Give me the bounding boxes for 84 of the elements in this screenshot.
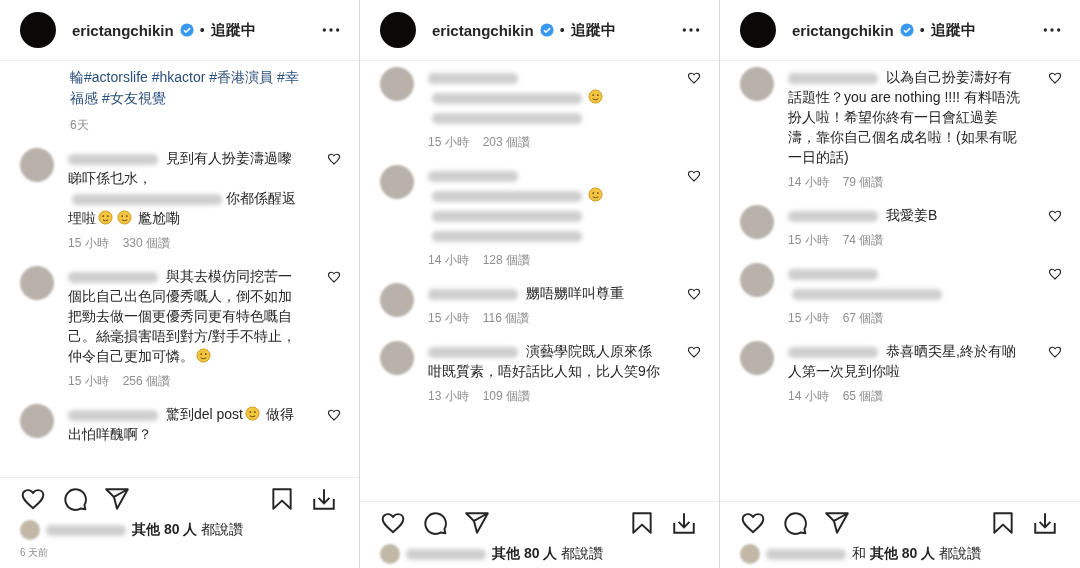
comment-icon[interactable] (422, 510, 448, 536)
comment-time: 14 小時 (788, 388, 829, 405)
emoji-icon (244, 406, 260, 421)
comment-text: 演藝學院既人原來係咁既質素，唔好話比人知，比人笑9你 (428, 342, 661, 381)
heart-icon[interactable] (327, 152, 341, 166)
username-link[interactable]: erictangchikin (72, 21, 174, 39)
comment-likes[interactable]: 109 個讚 (482, 388, 531, 405)
share-icon[interactable] (824, 510, 850, 536)
username-link[interactable]: erictangchikin (792, 21, 894, 39)
emoji-icon (588, 187, 603, 202)
heart-icon[interactable] (687, 345, 701, 359)
comment-time: 13 小時 (428, 388, 469, 405)
following-status[interactable]: 追蹤中 (930, 20, 976, 40)
caption-hashtags: 輪#actorslife #hkactor #香港演員 #幸福感 #女友視覺 (70, 68, 300, 108)
comment-text: 恭喜晒奀星,終於有啲人第一次見到你啦 (788, 342, 1017, 381)
heart-icon[interactable] (687, 169, 701, 183)
comment-time: 14 小時 (788, 174, 829, 191)
comment-time: 15 小時 (68, 373, 109, 390)
comment-likes[interactable]: 203 個讚 (482, 134, 531, 151)
following-status[interactable]: 追蹤中 (570, 20, 616, 40)
comment-text: 嬲唔嬲咩叫尊重 (428, 283, 664, 303)
profile-avatar[interactable] (20, 12, 56, 48)
heart-icon[interactable] (20, 486, 46, 512)
comment-likes[interactable]: 74 個讚 (842, 232, 884, 249)
likes-summary[interactable]: 和 其他 80 人 都說讚 (852, 545, 982, 563)
bookmark-icon[interactable] (629, 510, 655, 536)
comment-likes[interactable]: 256 個讚 (122, 373, 171, 390)
comment-time: 15 小時 (788, 232, 829, 249)
heart-icon[interactable] (1048, 345, 1062, 359)
comment-time: 15 小時 (788, 310, 829, 327)
comment-icon[interactable] (782, 510, 808, 536)
heart-icon[interactable] (327, 408, 341, 422)
heart-icon[interactable] (1048, 267, 1062, 281)
comment-time: 15 小時 (428, 310, 469, 327)
emoji-icon (98, 210, 113, 225)
username-link[interactable]: erictangchikin (432, 21, 534, 39)
emoji-icon (588, 89, 603, 104)
comment-likes[interactable]: 65 個讚 (842, 388, 884, 405)
heart-icon[interactable] (1048, 209, 1062, 223)
comment-text: 與其去模仿同挖苦一個比自己出色同優秀嘅人，倒不如加把勁去做一個更優秀同更有特色嘅自己。絲毫損害唔到對方/對手不特止，仲令自己更加可憐。 (68, 267, 297, 366)
comment-time: 14 小時 (428, 252, 469, 269)
comment-time: 15 小時 (68, 235, 109, 252)
download-icon[interactable] (671, 510, 697, 536)
post-date: 6 天前 (19, 546, 50, 560)
profile-avatar[interactable] (380, 12, 416, 48)
share-icon[interactable] (464, 510, 490, 536)
comment-text: 我愛姜B (788, 205, 1024, 225)
separator-dot: • (559, 22, 565, 38)
verified-badge-icon (539, 23, 554, 37)
comment-likes[interactable]: 330 個讚 (122, 235, 171, 252)
post-time: 6天 (70, 117, 90, 134)
following-status[interactable]: 追蹤中 (210, 20, 256, 40)
comment-likes[interactable]: 128 個讚 (482, 252, 531, 269)
comment-likes[interactable]: 67 個讚 (842, 310, 884, 327)
comment-likes[interactable]: 116 個讚 (482, 310, 530, 327)
download-icon[interactable] (1032, 510, 1058, 536)
bookmark-icon[interactable] (269, 486, 295, 512)
comment-time: 15 小時 (428, 134, 469, 151)
verified-badge-icon (179, 23, 194, 37)
heart-icon[interactable] (687, 71, 701, 85)
comment-text: 以為自己扮姜濤好有話題性？you are nothing !!!! 有料唔洗扮人啦！希望你終有一日會紅過姜濤，靠你自己個名成名啦！(如果有呢一日的話) (788, 68, 1021, 167)
comment-text: 見到有人扮姜濤過嚟睇吓係乜水， 你都係醒返埋啦 尷尬嘞 (68, 149, 297, 228)
likes-summary[interactable]: 其他 80 人 都說讚 (492, 545, 604, 563)
verified-badge-icon (899, 23, 914, 37)
heart-icon[interactable] (687, 287, 701, 301)
bookmark-icon[interactable] (990, 510, 1016, 536)
heart-icon[interactable] (1048, 71, 1062, 85)
more-options-icon[interactable] (1042, 27, 1062, 33)
heart-icon[interactable] (380, 510, 406, 536)
separator-dot: • (199, 22, 205, 38)
profile-avatar[interactable] (740, 12, 776, 48)
heart-icon[interactable] (740, 510, 766, 536)
likes-summary[interactable]: 其他 80 人 都說讚 (132, 521, 244, 539)
comment-likes[interactable]: 79 個讚 (842, 174, 884, 191)
more-options-icon[interactable] (321, 27, 341, 33)
share-icon[interactable] (104, 486, 130, 512)
emoji-icon (117, 210, 132, 225)
comment-text: 驚到del post 做得出怕咩醜啊？ (68, 405, 295, 444)
separator-dot: • (919, 22, 925, 38)
heart-icon[interactable] (327, 270, 341, 284)
more-options-icon[interactable] (681, 27, 701, 33)
emoji-icon (196, 348, 211, 363)
download-icon[interactable] (311, 486, 337, 512)
comment-icon[interactable] (62, 486, 88, 512)
